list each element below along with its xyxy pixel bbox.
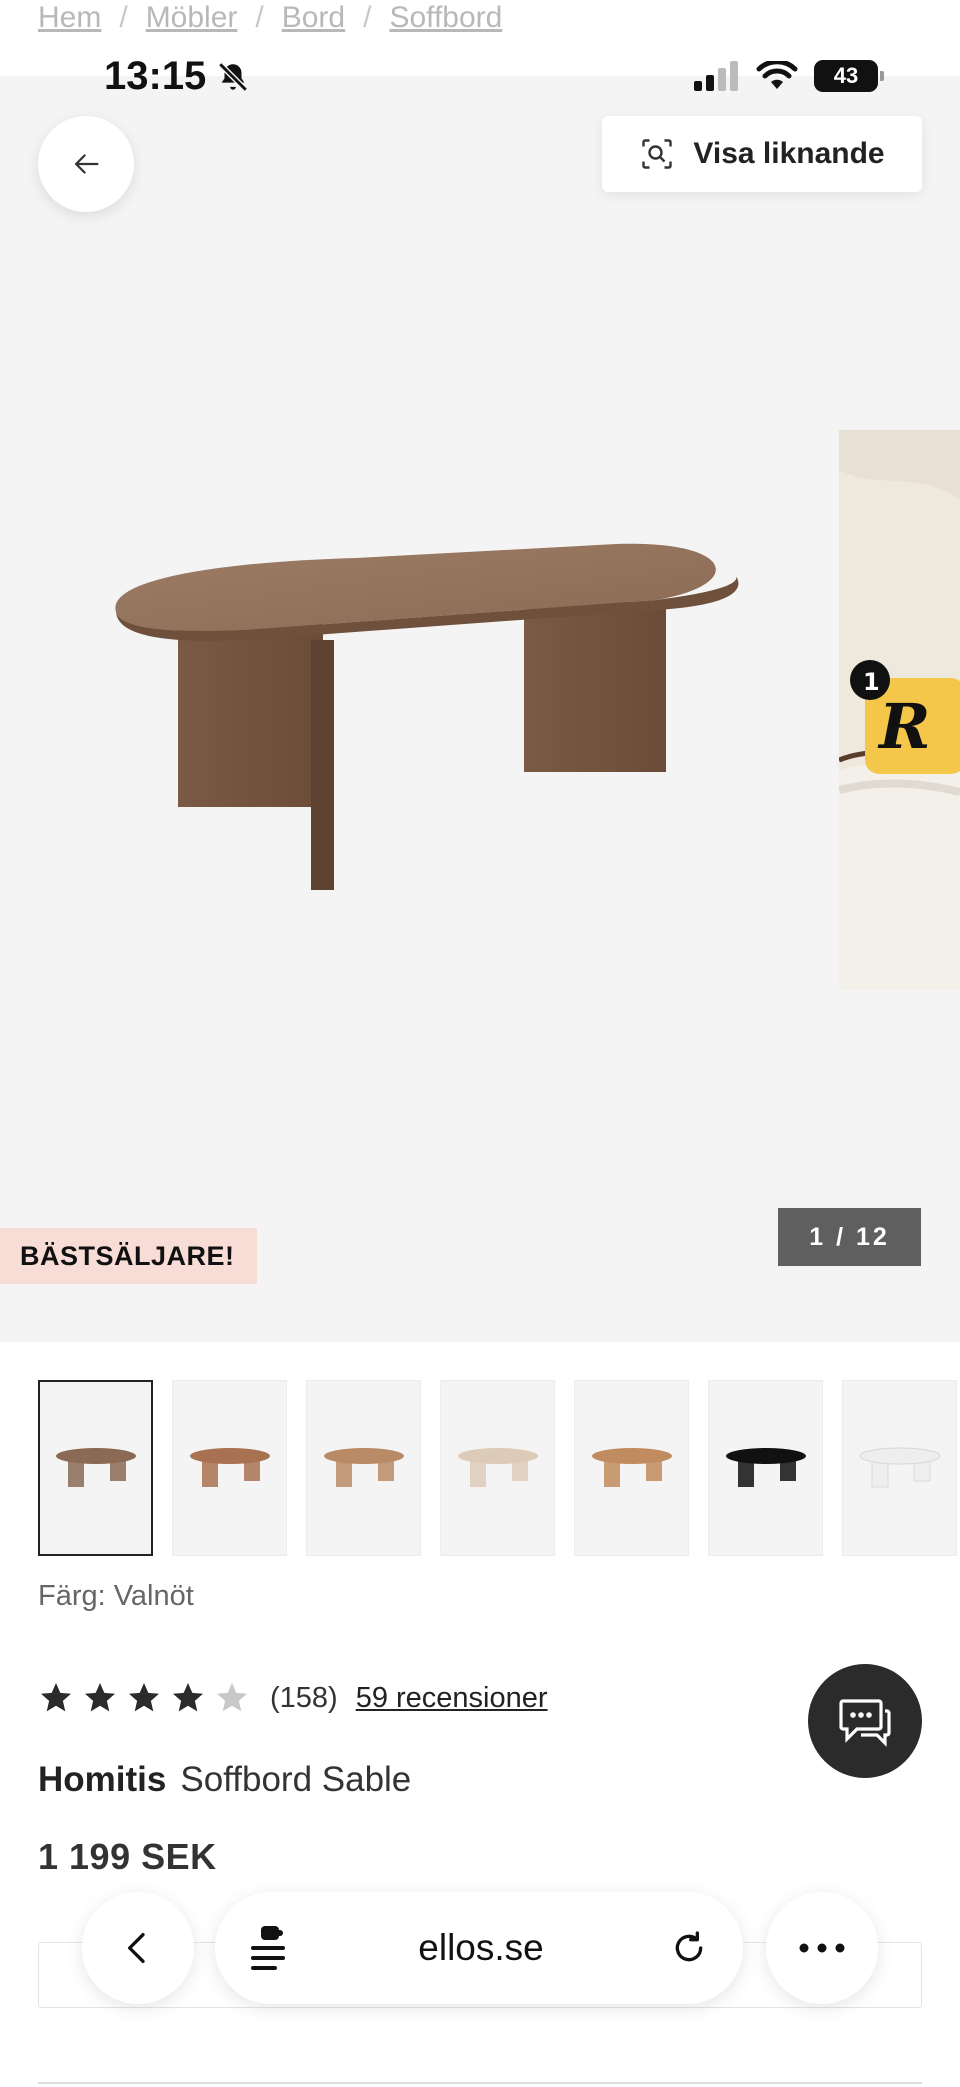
- star-icon: [41, 1683, 71, 1712]
- browser-url[interactable]: ellos.se: [418, 1927, 543, 1969]
- product-page: Hem / Möbler / Bord / Soffbord 13:15 43 …: [0, 0, 960, 2087]
- breadcrumb-separator: /: [363, 1, 372, 34]
- room-photo-image: R 1: [839, 430, 960, 990]
- product-title: Homitis Soffbord Sable: [38, 1760, 411, 1800]
- svg-text:R: R: [877, 690, 931, 763]
- thumbnail-table-image: [859, 1447, 940, 1488]
- image-counter: 1 / 12: [778, 1208, 921, 1266]
- battery-icon: 43: [814, 60, 884, 92]
- svg-text:1: 1: [863, 668, 880, 696]
- signal-icon: [694, 61, 738, 91]
- thumbnail-strip: [38, 1380, 957, 1556]
- thumbnail-table-image: [457, 1448, 538, 1487]
- star-icon: [217, 1683, 247, 1712]
- bell-muted-icon: [218, 61, 249, 92]
- more-dots-icon: [799, 1943, 845, 1953]
- thumbnail-1[interactable]: [38, 1380, 153, 1556]
- thumbnail-5[interactable]: [574, 1380, 689, 1556]
- wifi-icon: [756, 61, 798, 89]
- visual-search-icon: [642, 139, 673, 169]
- thumbnail-3[interactable]: [306, 1380, 421, 1556]
- breadcrumb-furniture[interactable]: Möbler: [146, 1, 238, 35]
- status-time-text: 13:15: [104, 54, 207, 98]
- battery-level: 43: [833, 63, 859, 88]
- thumbnail-table-image: [323, 1448, 404, 1487]
- rating-count: (158): [270, 1681, 338, 1714]
- thumbnail-table-image: [189, 1448, 270, 1487]
- reviews-link[interactable]: 59 recensioner: [356, 1682, 548, 1715]
- product-image-gallery[interactable]: Visa liknande R 1 BÄSTSÄLJARE! 1 / 12: [0, 76, 960, 1342]
- arrow-left-icon: [74, 154, 99, 174]
- browser-more-button[interactable]: [766, 1892, 878, 2004]
- chevron-left-icon: [127, 1933, 145, 1963]
- status-indicators: 43: [694, 60, 884, 92]
- thumbnail-table-image: [591, 1448, 672, 1487]
- show-similar-button[interactable]: Visa liknande: [602, 116, 922, 192]
- thumbnail-table-image: [725, 1448, 806, 1487]
- status-bar: 13:15 43: [0, 40, 960, 120]
- breadcrumb-home[interactable]: Hem: [38, 1, 101, 35]
- product-image-main[interactable]: [96, 530, 746, 910]
- divider: [38, 2082, 922, 2084]
- breadcrumb-tables[interactable]: Bord: [282, 1, 345, 35]
- thumbnail-4[interactable]: [440, 1380, 555, 1556]
- reload-icon[interactable]: [669, 1928, 709, 1968]
- color-label: Färg: Valnöt: [38, 1580, 194, 1612]
- breadcrumb-separator: /: [119, 1, 128, 34]
- browser-address-bar[interactable]: ellos.se: [215, 1892, 743, 2004]
- chat-button[interactable]: [808, 1664, 922, 1778]
- thumbnail-table-image: [55, 1448, 136, 1487]
- rating-row: (158) 59 recensioner: [38, 1680, 548, 1716]
- thumbnail-2[interactable]: [172, 1380, 287, 1556]
- product-image-next-preview[interactable]: R 1: [839, 430, 960, 990]
- back-button[interactable]: [38, 116, 134, 212]
- show-similar-label: Visa liknande: [693, 137, 885, 170]
- page-menu-icon[interactable]: [249, 1924, 293, 1972]
- chat-icon: [839, 1699, 891, 1747]
- breadcrumb-separator: /: [255, 1, 264, 34]
- browser-back-button[interactable]: [82, 1892, 194, 2004]
- product-price: 1 199 SEK: [38, 1836, 217, 1877]
- star-icon: [85, 1683, 115, 1712]
- star-icon: [129, 1683, 159, 1712]
- product-brand[interactable]: Homitis: [38, 1760, 166, 1799]
- breadcrumb: Hem / Möbler / Bord / Soffbord: [38, 0, 502, 36]
- bestseller-badge: BÄSTSÄLJARE!: [0, 1228, 257, 1284]
- status-time: 13:15: [104, 54, 250, 99]
- breadcrumb-coffee-tables[interactable]: Soffbord: [389, 1, 502, 35]
- star-icon: [173, 1683, 203, 1712]
- rating-stars[interactable]: [38, 1680, 250, 1716]
- thumbnail-6[interactable]: [708, 1380, 823, 1556]
- product-name: Soffbord Sable: [180, 1760, 412, 1799]
- thumbnail-7[interactable]: [842, 1380, 957, 1556]
